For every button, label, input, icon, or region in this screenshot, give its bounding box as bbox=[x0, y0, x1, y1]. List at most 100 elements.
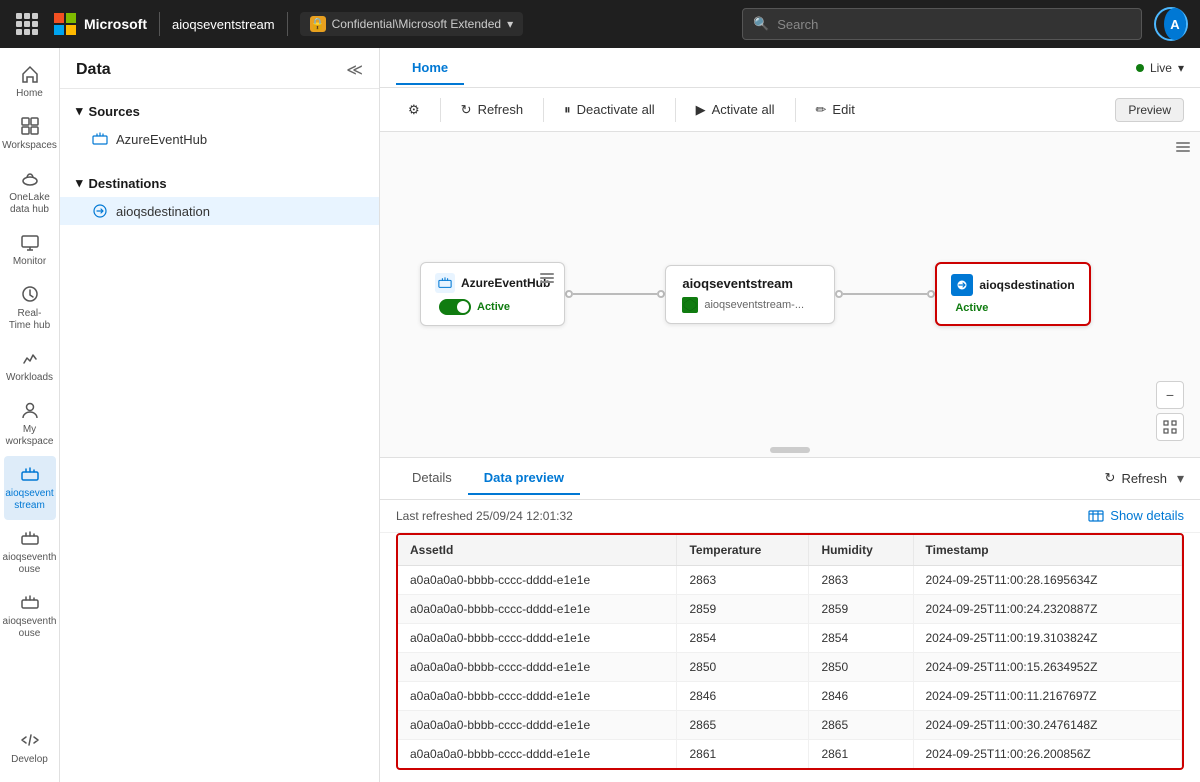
table-cell: 2846 bbox=[809, 681, 913, 710]
sidebar-item-aioqseventstream[interactable]: aioqsevent stream bbox=[4, 456, 56, 520]
sensitivity-icon: 🔒 bbox=[310, 16, 326, 32]
tab-bar: Home Live ▾ bbox=[380, 48, 1200, 88]
col-humidity: Humidity bbox=[809, 535, 913, 566]
sidebar-item-onelake[interactable]: OneLake data hub bbox=[4, 160, 56, 224]
preview-button[interactable]: Preview bbox=[1115, 98, 1184, 122]
canvas-scroll-indicator bbox=[770, 447, 810, 453]
sidebar-item-myworkspace[interactable]: My workspace bbox=[4, 392, 56, 456]
dest-hamburger[interactable] bbox=[1174, 140, 1192, 154]
source-node-title: AzureEventHub bbox=[461, 276, 550, 290]
data-preview-table: AssetId Temperature Humidity Timestamp a… bbox=[398, 535, 1182, 771]
table-cell: 2846 bbox=[677, 681, 809, 710]
zoom-out-button[interactable]: − bbox=[1156, 381, 1184, 409]
deactivate-all-button[interactable]: ⏸ Deactivate all bbox=[552, 96, 667, 124]
sidebar-item-realtime[interactable]: Real-Time hub bbox=[4, 276, 56, 340]
source-status-toggle: Active bbox=[435, 299, 550, 315]
refresh-button[interactable]: ↻ Refresh bbox=[449, 96, 535, 124]
app-launcher-button[interactable] bbox=[12, 9, 42, 39]
workloads-icon bbox=[20, 348, 40, 368]
grid-icon bbox=[16, 13, 38, 35]
activate-all-button[interactable]: ▶ Activate all bbox=[684, 96, 787, 124]
table-cell: 2024-09-25T11:00:26.200856Z bbox=[913, 739, 1182, 768]
sources-label: Sources bbox=[89, 104, 140, 119]
search-input[interactable] bbox=[777, 17, 1131, 32]
dest-node-title: aioqsdestination bbox=[979, 278, 1074, 292]
dest-status-label: Active bbox=[951, 302, 1074, 314]
middle-node[interactable]: aioqseventstream aioqseventstream-... bbox=[665, 265, 835, 324]
show-details-button[interactable]: Show details bbox=[1088, 508, 1184, 524]
data-preview-table-container[interactable]: AssetId Temperature Humidity Timestamp a… bbox=[396, 533, 1184, 771]
search-icon: 🔍 bbox=[753, 16, 769, 32]
source-node[interactable]: AzureEventHub Active bbox=[420, 262, 565, 326]
settings-button[interactable]: ⚙ bbox=[396, 96, 432, 124]
edit-button[interactable]: ✏ Edit bbox=[804, 96, 867, 124]
main-layout: Home Workspaces OneLake data hub Monit bbox=[0, 48, 1200, 782]
middle-node-sub-text: aioqseventstream-... bbox=[704, 299, 804, 311]
collapse-panel-button[interactable]: ≪ bbox=[346, 60, 363, 80]
settings-icon: ⚙ bbox=[408, 102, 420, 118]
table-cell: a0a0a0a0-bbbb-cccc-dddd-e1e1e bbox=[398, 710, 677, 739]
app-name: aioqseventstream bbox=[172, 17, 275, 32]
data-panel: Data ≪ ▾ Sources AzureEventHub ▾ Destina… bbox=[60, 48, 380, 782]
last-refreshed-text: Last refreshed 25/09/24 12:01:32 bbox=[396, 509, 573, 523]
sidebar-item-monitor[interactable]: Monitor bbox=[4, 224, 56, 276]
tab-data-preview[interactable]: Data preview bbox=[468, 462, 580, 495]
table-cell: a0a0a0a0-bbbb-cccc-dddd-e1e1e bbox=[398, 565, 677, 594]
sidebar-eventhouse1-label: aioqseventh ouse bbox=[3, 552, 57, 576]
bottom-panel-chevron[interactable]: ▾ bbox=[1177, 470, 1184, 487]
deactivate-icon: ⏸ bbox=[564, 102, 571, 118]
live-dot bbox=[1136, 64, 1144, 72]
destinations-section-header[interactable]: ▾ Destinations bbox=[60, 169, 379, 197]
sidebar-item-workloads[interactable]: Workloads bbox=[4, 340, 56, 392]
sidebar-myworkspace-label: My workspace bbox=[6, 424, 54, 448]
table-cell: 2865 bbox=[677, 710, 809, 739]
source-item-azureeventhub[interactable]: AzureEventHub bbox=[60, 125, 379, 153]
table-cell: 2856 bbox=[677, 768, 809, 770]
canvas-area: AzureEventHub Active bbox=[380, 132, 1200, 457]
live-chevron: ▾ bbox=[1178, 61, 1184, 75]
source-status-label: Active bbox=[477, 301, 510, 313]
flow-row: AzureEventHub Active bbox=[420, 262, 1160, 326]
destination-item-icon bbox=[92, 203, 108, 219]
source-hamburger[interactable] bbox=[538, 271, 556, 285]
show-details-label: Show details bbox=[1110, 508, 1184, 523]
sidebar-item-home[interactable]: Home bbox=[4, 56, 56, 108]
microsoft-brand: Microsoft bbox=[84, 16, 147, 32]
table-cell: a0a0a0a0-bbbb-cccc-dddd-e1e1e bbox=[398, 681, 677, 710]
destinations-chevron-icon: ▾ bbox=[76, 175, 83, 191]
table-header-row: AssetId Temperature Humidity Timestamp bbox=[398, 535, 1182, 566]
sources-section-header[interactable]: ▾ Sources bbox=[60, 97, 379, 125]
destination-item-aioqsdestination[interactable]: aioqsdestination bbox=[60, 197, 379, 225]
sidebar-develop-label: Develop bbox=[11, 754, 48, 766]
preview-label: Preview bbox=[1128, 103, 1171, 117]
table-row: a0a0a0a0-bbbb-cccc-dddd-e1e1e28562856202… bbox=[398, 768, 1182, 770]
onelake-icon bbox=[20, 168, 40, 188]
bottom-refresh-button[interactable]: ↻ Refresh bbox=[1095, 466, 1177, 490]
search-box[interactable]: 🔍 bbox=[742, 8, 1142, 40]
sensitivity-badge[interactable]: 🔒 Confidential\Microsoft Extended ▾ bbox=[300, 12, 523, 36]
sidebar-item-develop[interactable]: Develop bbox=[4, 722, 56, 774]
table-cell: 2850 bbox=[809, 652, 913, 681]
tab-details[interactable]: Details bbox=[396, 462, 468, 495]
sidebar-item-aioqseventh-ouse2[interactable]: aioqseventh ouse bbox=[4, 584, 56, 648]
fit-view-button[interactable] bbox=[1156, 413, 1184, 441]
edit-icon: ✏ bbox=[816, 102, 827, 118]
user-avatar[interactable]: A bbox=[1164, 8, 1186, 40]
destinations-section: ▾ Destinations aioqsdestination bbox=[60, 161, 379, 233]
sidebar-item-workspaces[interactable]: Workspaces bbox=[4, 108, 56, 160]
data-meta-row: Last refreshed 25/09/24 12:01:32 Show de… bbox=[380, 500, 1200, 533]
sidebar-eventhouse2-label: aioqseventh ouse bbox=[3, 616, 57, 640]
table-body: a0a0a0a0-bbbb-cccc-dddd-e1e1e28632863202… bbox=[398, 565, 1182, 770]
destination-node[interactable]: aioqsdestination Active bbox=[935, 262, 1090, 326]
user-avatar-ring[interactable]: A bbox=[1154, 7, 1188, 41]
table-cell: 2024-09-25T11:00:19.3103824Z bbox=[913, 623, 1182, 652]
table-cell: a0a0a0a0-bbbb-cccc-dddd-e1e1e bbox=[398, 739, 677, 768]
tab-home[interactable]: Home bbox=[396, 52, 464, 85]
table-cell: 2024-09-25T11:00:11.2167697Z bbox=[913, 681, 1182, 710]
sidebar-item-aioqseventh-ouse1[interactable]: aioqseventh ouse bbox=[4, 520, 56, 584]
connector-circle-2 bbox=[657, 290, 665, 298]
bottom-panel: Details Data preview ↻ Refresh ▾ Last re… bbox=[380, 457, 1200, 782]
toolbar-divider-1 bbox=[440, 98, 441, 122]
data-panel-header: Data ≪ bbox=[60, 48, 379, 89]
data-panel-title: Data bbox=[76, 61, 111, 79]
